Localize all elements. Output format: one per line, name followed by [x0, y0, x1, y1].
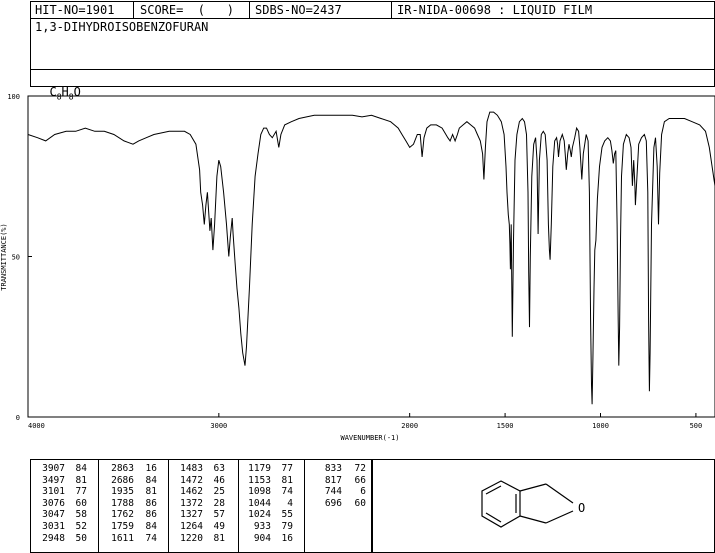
peak-wavenumber: 3907	[42, 463, 65, 474]
peak-table-divider	[304, 459, 305, 553]
peak-transmittance: 77	[281, 463, 293, 474]
peak-wavenumber: 1024	[248, 509, 271, 521]
peak-transmittance: 58	[75, 509, 87, 521]
peak-wavenumber: 1759	[111, 521, 134, 532]
peak-wavenumber: 833	[324, 463, 342, 474]
peak-transmittance: 49	[213, 521, 225, 532]
x-tick-label: 500	[690, 422, 703, 430]
peak-transmittance: 16	[281, 532, 293, 544]
peak-wavenumber: 1220	[180, 532, 203, 544]
peak-wavenumber: 1472	[180, 474, 203, 486]
x-tick-label: 3000	[210, 422, 227, 430]
peak-wavenumber: 1762	[111, 509, 134, 521]
peak-wavenumber: 3101	[42, 486, 65, 498]
peak-wavenumber: 1372	[180, 497, 203, 509]
peak-transmittance: 74	[145, 532, 157, 544]
peak-wavenumber: 1044	[248, 497, 271, 509]
x-tick-label: 4000	[28, 422, 45, 430]
peak-transmittance: 84	[145, 474, 157, 486]
peak-wavenumber: 817	[324, 474, 342, 486]
peak-transmittance: 79	[281, 521, 293, 532]
peak-wavenumber: 2863	[111, 463, 134, 474]
peak-table-divider	[238, 459, 239, 553]
plot-frame	[27, 95, 715, 418]
spectrum-line	[27, 111, 715, 405]
peak-wavenumber: 1935	[111, 486, 134, 498]
x-axis-label: WAVENUMBER(-1)	[340, 434, 399, 442]
axis-ticks: 4000 3000 2000 1500 1000 500 0 50 100	[7, 93, 702, 430]
x-tick-label: 1000	[592, 422, 609, 430]
peak-wavenumber: 1483	[180, 463, 203, 474]
peak-transmittance: 46	[213, 474, 225, 486]
peak-transmittance: 16	[145, 463, 157, 474]
peak-wavenumber: 3497	[42, 474, 65, 486]
x-tick-label: 2000	[401, 422, 418, 430]
peak-wavenumber: 3047	[42, 509, 65, 521]
peak-wavenumber: 3031	[42, 521, 65, 532]
peak-table-divider	[168, 459, 169, 553]
peak-wavenumber: 2686	[111, 474, 134, 486]
y-axis-label: TRANSMITTANCE(%)	[0, 223, 8, 290]
peak-transmittance: 60	[354, 497, 366, 509]
peak-transmittance: 84	[145, 521, 157, 532]
y-tick-label: 0	[16, 414, 20, 422]
peak-transmittance: 66	[354, 474, 366, 486]
peak-transmittance: 81	[281, 474, 293, 486]
peak-transmittance: 86	[145, 497, 157, 509]
peak-wavenumber: 696	[324, 497, 342, 509]
peak-transmittance: 50	[75, 532, 87, 544]
peak-wavenumber: 1153	[248, 474, 271, 486]
peak-wavenumber: 744	[324, 486, 342, 498]
peak-wavenumber: 3076	[42, 497, 65, 509]
peak-wavenumber: 1788	[111, 497, 134, 509]
peak-wavenumber: 1264	[180, 521, 203, 532]
ir-spectrum-chart: 4000 3000 2000 1500 1000 500 0 50 100 WAVENUMBER…	[0, 93, 715, 442]
peak-transmittance: 28	[213, 497, 225, 509]
peak-wavenumber: 933	[253, 521, 271, 532]
peak-table-divider	[98, 459, 99, 553]
peak-transmittance: 77	[75, 486, 87, 498]
peak-transmittance: 72	[354, 463, 366, 474]
y-tick-label: 100	[7, 93, 20, 101]
peak-wavenumber: 1179	[248, 463, 271, 474]
peak-transmittance: 86	[145, 509, 157, 521]
peak-transmittance: 25	[213, 486, 225, 498]
peak-wavenumber: 1611	[111, 532, 134, 544]
y-tick-label: 50	[12, 254, 20, 262]
peak-transmittance: 60	[75, 497, 87, 509]
peak-wavenumber: 2948	[42, 532, 65, 544]
structure-box	[372, 459, 715, 553]
peak-transmittance: 84	[75, 463, 87, 474]
peak-wavenumber: 1327	[180, 509, 203, 521]
peak-wavenumber: 904	[253, 532, 271, 544]
peak-wavenumber: 1098	[248, 486, 271, 498]
peak-transmittance: 81	[213, 532, 225, 544]
peak-transmittance: 55	[281, 509, 293, 521]
peak-transmittance: 81	[75, 474, 87, 486]
peak-wavenumber: 1462	[180, 486, 203, 498]
peak-transmittance: 6	[360, 486, 366, 498]
peak-transmittance: 81	[145, 486, 157, 498]
peak-transmittance: 63	[213, 463, 225, 474]
peak-transmittance: 52	[75, 521, 87, 532]
peak-transmittance: 57	[213, 509, 225, 521]
x-tick-label: 1500	[497, 422, 514, 430]
peak-transmittance: 4	[287, 497, 293, 509]
peak-transmittance: 74	[281, 486, 293, 498]
